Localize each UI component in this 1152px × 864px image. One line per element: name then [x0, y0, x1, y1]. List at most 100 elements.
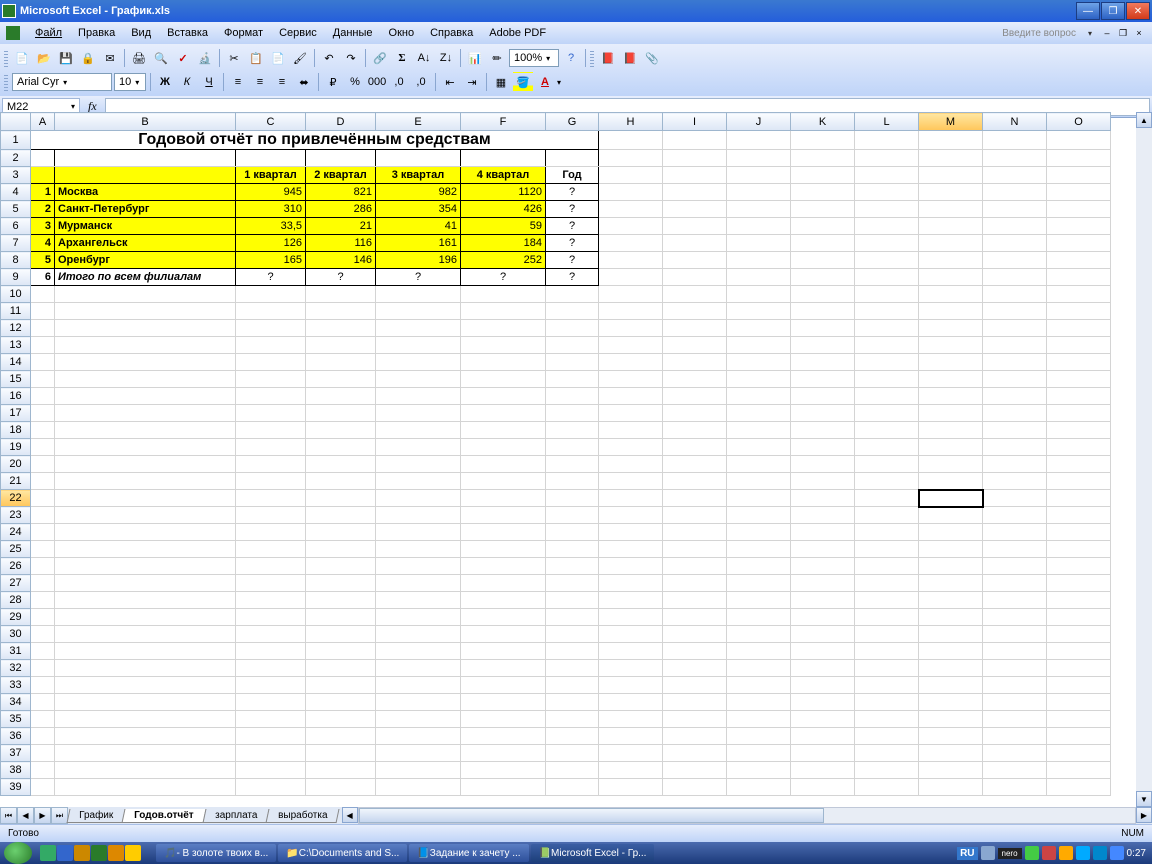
zoom-combo[interactable]: 100%▾: [509, 49, 559, 67]
cell[interactable]: [461, 388, 546, 405]
cell[interactable]: [55, 711, 236, 728]
cell[interactable]: [983, 286, 1047, 303]
cell[interactable]: [983, 694, 1047, 711]
cell[interactable]: [546, 575, 599, 592]
cell[interactable]: [461, 711, 546, 728]
vertical-scrollbar[interactable]: ▲ ▼: [1136, 112, 1152, 807]
cell[interactable]: [663, 456, 727, 473]
cell[interactable]: Архангельск: [55, 235, 236, 252]
cell[interactable]: [376, 728, 461, 745]
cell[interactable]: [983, 354, 1047, 371]
help-button[interactable]: ?: [561, 48, 581, 68]
cell[interactable]: [855, 592, 919, 609]
cell[interactable]: [1047, 303, 1111, 320]
cell[interactable]: [31, 439, 55, 456]
cell[interactable]: [791, 728, 855, 745]
cell[interactable]: [376, 439, 461, 456]
cell[interactable]: [727, 286, 791, 303]
cell[interactable]: [1047, 677, 1111, 694]
cell[interactable]: [55, 286, 236, 303]
cell[interactable]: [376, 677, 461, 694]
cell[interactable]: [461, 643, 546, 660]
cell[interactable]: [376, 626, 461, 643]
cell[interactable]: [727, 456, 791, 473]
tray-icon[interactable]: [981, 846, 995, 860]
cell[interactable]: [306, 320, 376, 337]
cell[interactable]: [855, 575, 919, 592]
cell[interactable]: [791, 745, 855, 762]
cell[interactable]: [983, 439, 1047, 456]
cell[interactable]: [1047, 507, 1111, 524]
cell[interactable]: [663, 524, 727, 541]
cell[interactable]: [599, 745, 663, 762]
cell[interactable]: [727, 711, 791, 728]
cell[interactable]: [236, 320, 306, 337]
cell[interactable]: [919, 286, 983, 303]
cell[interactable]: [31, 422, 55, 439]
cell[interactable]: [599, 405, 663, 422]
col-header[interactable]: B: [55, 113, 236, 131]
horizontal-scrollbar[interactable]: ◀ ▶: [342, 807, 1152, 824]
toolbar-grip[interactable]: [4, 49, 8, 67]
cell[interactable]: [55, 694, 236, 711]
cell[interactable]: [663, 626, 727, 643]
cell[interactable]: [791, 677, 855, 694]
cell[interactable]: [546, 456, 599, 473]
cell[interactable]: [599, 575, 663, 592]
cell[interactable]: [983, 473, 1047, 490]
cell[interactable]: [919, 490, 983, 507]
cell[interactable]: [983, 592, 1047, 609]
ql-icon[interactable]: [108, 845, 124, 861]
cell[interactable]: [376, 371, 461, 388]
cell[interactable]: [791, 626, 855, 643]
cell[interactable]: [31, 286, 55, 303]
col-header[interactable]: K: [791, 113, 855, 131]
cell[interactable]: [791, 609, 855, 626]
cell[interactable]: [306, 405, 376, 422]
cell[interactable]: 2: [31, 201, 55, 218]
close-button[interactable]: ✕: [1126, 2, 1150, 20]
cell[interactable]: [546, 541, 599, 558]
cell[interactable]: [461, 371, 546, 388]
font-combo[interactable]: Arial Cyr▾: [12, 73, 112, 91]
cell[interactable]: Москва: [55, 184, 236, 201]
menu-service[interactable]: Сервис: [272, 25, 324, 41]
cell[interactable]: [55, 762, 236, 779]
cell[interactable]: [306, 609, 376, 626]
cell[interactable]: [306, 337, 376, 354]
cell[interactable]: [55, 303, 236, 320]
cell[interactable]: [983, 422, 1047, 439]
cell[interactable]: [461, 660, 546, 677]
cell[interactable]: [1047, 337, 1111, 354]
cell[interactable]: [306, 711, 376, 728]
cell[interactable]: [919, 456, 983, 473]
cell[interactable]: [855, 677, 919, 694]
cell[interactable]: [376, 286, 461, 303]
cell[interactable]: [461, 592, 546, 609]
row-header[interactable]: 24: [1, 524, 31, 541]
cell[interactable]: [663, 371, 727, 388]
cell[interactable]: [983, 558, 1047, 575]
cell[interactable]: [727, 337, 791, 354]
row-header[interactable]: 17: [1, 405, 31, 422]
cell[interactable]: [31, 456, 55, 473]
preview-button[interactable]: 🔍: [151, 48, 171, 68]
cell[interactable]: [919, 575, 983, 592]
cell[interactable]: 184: [461, 235, 546, 252]
cell[interactable]: [663, 337, 727, 354]
cell[interactable]: [663, 558, 727, 575]
cell[interactable]: [546, 626, 599, 643]
cell[interactable]: [236, 592, 306, 609]
cell[interactable]: [727, 660, 791, 677]
taskbar-item[interactable]: 📘 Задание к зачету ...: [409, 844, 528, 862]
cell[interactable]: [599, 524, 663, 541]
cell[interactable]: [546, 337, 599, 354]
cell[interactable]: [919, 371, 983, 388]
cell[interactable]: [919, 762, 983, 779]
cell[interactable]: [546, 388, 599, 405]
cell[interactable]: [55, 337, 236, 354]
cell[interactable]: [919, 320, 983, 337]
align-center-button[interactable]: ≡: [250, 72, 270, 92]
row-header[interactable]: 27: [1, 575, 31, 592]
taskbar-item[interactable]: 🎵 - В золоте твоих в...: [156, 844, 276, 862]
